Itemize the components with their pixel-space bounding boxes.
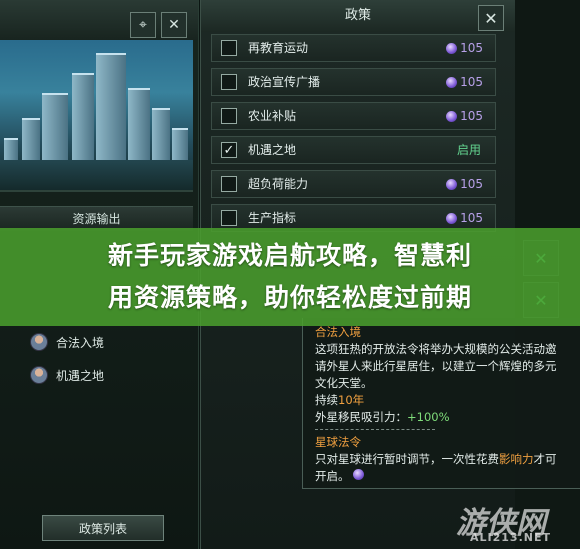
policy-cost: 105 — [446, 69, 483, 95]
policy-panel-title: 政策 — [201, 0, 515, 32]
policy-cost: 105 — [446, 171, 483, 197]
policy-label: 农业补贴 — [248, 109, 297, 123]
influence-icon — [446, 76, 458, 88]
detail-section-text: 开启。 — [315, 468, 365, 484]
influence-icon — [446, 178, 458, 190]
policy-row[interactable]: 政治宣传广播 105 — [211, 68, 496, 96]
policy-row[interactable]: 超负荷能力 105 — [211, 170, 496, 198]
camera-icon[interactable]: ⌖ — [130, 12, 156, 38]
entry-label: 机遇之地 — [56, 368, 105, 383]
checkbox[interactable] — [221, 74, 237, 90]
article-title-banner: 新手玩家游戏启航攻略，智慧利 用资源策略，助你轻松度过前期 — [0, 228, 580, 326]
divider — [315, 429, 435, 430]
detail-desc-line: 这项狂热的开放法令将举办大规模的公关活动邀 — [315, 342, 557, 356]
policy-cost: 105 — [446, 35, 483, 61]
policy-label: 机遇之地 — [248, 143, 297, 157]
checkbox[interactable] — [221, 176, 237, 192]
policy-row[interactable]: ✓ 机遇之地 启用 — [211, 136, 496, 164]
checkbox[interactable] — [221, 210, 237, 226]
policy-label: 超负荷能力 — [248, 177, 309, 191]
close-icon[interactable]: ✕ — [478, 5, 504, 31]
checkbox[interactable] — [221, 108, 237, 124]
detail-section-title: 星球法令 — [315, 435, 361, 449]
detail-section-text: 只对星球进行暂时调节，一次性花费影响力才可 — [315, 452, 557, 466]
person-icon — [30, 333, 48, 351]
entry-label: 合法入境 — [56, 335, 105, 350]
checkbox[interactable] — [221, 40, 237, 56]
policy-status: 启用 — [456, 143, 481, 157]
policy-label: 政治宣传广播 — [248, 75, 321, 89]
detail-effect: 外星移民吸引力：+100% — [315, 410, 450, 424]
city-view-image — [0, 40, 193, 192]
close-icon[interactable]: ✕ — [161, 12, 187, 38]
checkbox-checked[interactable]: ✓ — [221, 142, 237, 158]
watermark-site: ALI213.NET — [470, 531, 551, 544]
policy-label: 再教育运动 — [248, 41, 309, 55]
policy-list-button[interactable]: 政策列表 — [42, 515, 164, 541]
banner-line-1: 新手玩家游戏启航攻略，智慧利 — [107, 241, 472, 270]
detail-desc-line: 请外星人来此行星居住，以建立一个辉煌的多元 — [315, 359, 557, 373]
policy-row[interactable]: 农业补贴 105 — [211, 102, 496, 130]
influence-icon — [446, 212, 458, 224]
person-icon — [30, 366, 48, 384]
banner-line-2: 用资源策略，助你轻松度过前期 — [107, 283, 472, 312]
detail-title: 合法入境 — [315, 325, 361, 339]
influence-icon — [446, 42, 458, 54]
detail-desc-line: 文化天堂。 — [315, 376, 373, 390]
influence-icon — [446, 110, 458, 122]
policy-cost: 105 — [446, 103, 483, 129]
policy-row[interactable]: 再教育运动 105 — [211, 34, 496, 62]
detail-duration: 持续10年 — [315, 393, 365, 407]
entry-land-of-opportunity[interactable]: 机遇之地 — [30, 366, 104, 384]
influence-icon — [353, 469, 365, 480]
entry-legal-immigration[interactable]: 合法入境 — [30, 333, 104, 351]
policy-detail-tooltip: 合法入境 这项狂热的开放法令将举办大规模的公关活动邀 请外星人来此行星居住，以建… — [302, 318, 580, 489]
